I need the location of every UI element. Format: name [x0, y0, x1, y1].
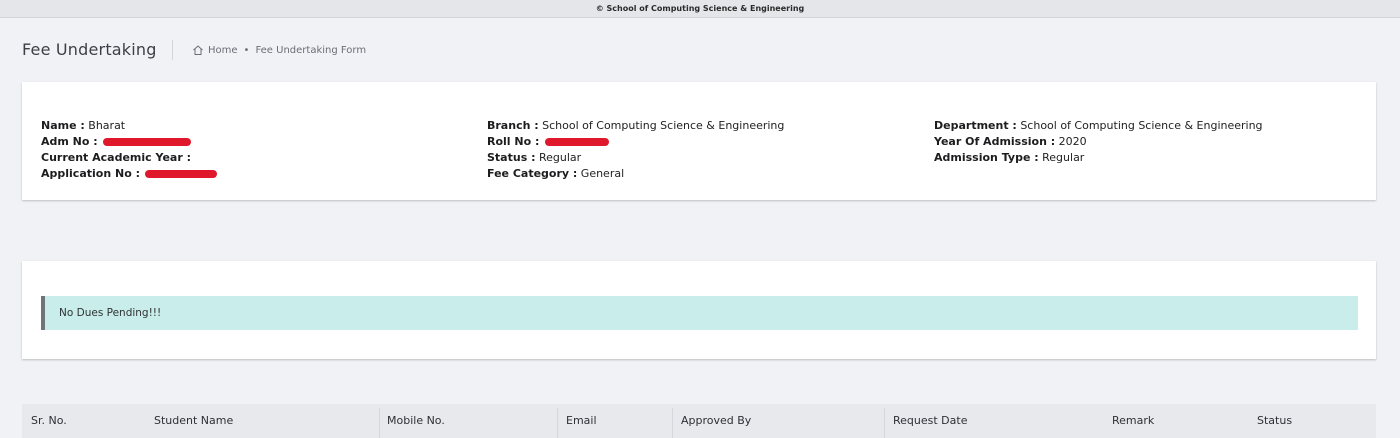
department-label: Department : — [934, 119, 1017, 132]
name-value: Bharat — [88, 119, 126, 132]
column-divider — [672, 408, 673, 438]
status-row: Status : Regular — [487, 150, 784, 166]
year-of-admission-value: 2020 — [1058, 135, 1087, 148]
application-no-redaction — [145, 170, 218, 178]
department-value: School of Computing Science & Engineerin… — [1020, 119, 1263, 132]
breadcrumb: Home • Fee Undertaking Form — [192, 44, 366, 56]
info-column-right: Department : School of Computing Science… — [934, 118, 1263, 166]
column-header-status: Status — [1257, 414, 1293, 427]
breadcrumb-home-link[interactable]: Home — [208, 45, 238, 56]
column-divider — [557, 408, 558, 438]
name-label: Name : — [41, 119, 85, 132]
column-header-request-date: Request Date — [893, 414, 968, 427]
branch-row: Branch : School of Computing Science & E… — [487, 118, 784, 134]
branch-label: Branch : — [487, 119, 539, 132]
academic-year-label: Current Academic Year : — [41, 151, 191, 164]
student-info-card: Name : Bharat Adm No : Current Academic … — [22, 82, 1376, 200]
dues-card: No Dues Pending!!! — [22, 261, 1376, 359]
home-icon[interactable] — [192, 44, 204, 56]
name-row: Name : Bharat — [41, 118, 217, 134]
column-header-sr-no: Sr. No. — [31, 414, 67, 427]
admission-type-label: Admission Type : — [934, 151, 1039, 164]
adm-no-redaction — [103, 138, 192, 146]
status-value: Regular — [538, 151, 582, 164]
breadcrumb-current: Fee Undertaking Form — [255, 44, 367, 56]
column-header-student-name: Student Name — [154, 414, 234, 427]
department-row: Department : School of Computing Science… — [934, 118, 1263, 134]
academic-year-row: Current Academic Year : — [41, 150, 217, 166]
column-divider — [379, 408, 380, 438]
breadcrumb-separator: • — [243, 44, 250, 56]
roll-no-redaction — [544, 138, 609, 146]
adm-no-label: Adm No : — [41, 135, 98, 148]
fee-category-value: General — [580, 167, 625, 180]
admission-type-row: Admission Type : Regular — [934, 150, 1263, 166]
fee-category-row: Fee Category : General — [487, 166, 784, 182]
application-no-label: Application No : — [41, 167, 140, 180]
column-header-mobile-no: Mobile No. — [387, 414, 445, 427]
page-title: Fee Undertaking — [22, 40, 157, 59]
info-column-left: Name : Bharat Adm No : Current Academic … — [41, 118, 218, 182]
column-header-remark: Remark — [1112, 414, 1155, 427]
roll-no-label: Roll No : — [487, 135, 540, 148]
column-divider — [884, 408, 885, 438]
column-header-approved-by: Approved By — [681, 414, 752, 427]
status-label: Status : — [487, 151, 536, 164]
window-title-bar: © School of Computing Science & Engineer… — [0, 0, 1400, 18]
roll-no-row: Roll No : — [487, 134, 784, 150]
fee-category-label: Fee Category : — [487, 167, 578, 180]
column-header-email: Email — [566, 414, 597, 427]
adm-no-row: Adm No : — [41, 134, 217, 150]
year-of-admission-label: Year Of Admission : — [934, 135, 1056, 148]
branch-value: School of Computing Science & Engineerin… — [542, 119, 785, 132]
info-column-middle: Branch : School of Computing Science & E… — [487, 118, 784, 182]
window-title: © School of Computing Science & Engineer… — [595, 4, 805, 13]
title-divider — [172, 40, 173, 60]
undertaking-table-header: Sr. No. Student Name Mobile No. Email Ap… — [22, 404, 1376, 438]
no-dues-alert: No Dues Pending!!! — [41, 296, 1358, 330]
year-of-admission-row: Year Of Admission : 2020 — [934, 134, 1263, 150]
admission-type-value: Regular — [1042, 151, 1085, 164]
application-no-row: Application No : — [41, 166, 218, 182]
